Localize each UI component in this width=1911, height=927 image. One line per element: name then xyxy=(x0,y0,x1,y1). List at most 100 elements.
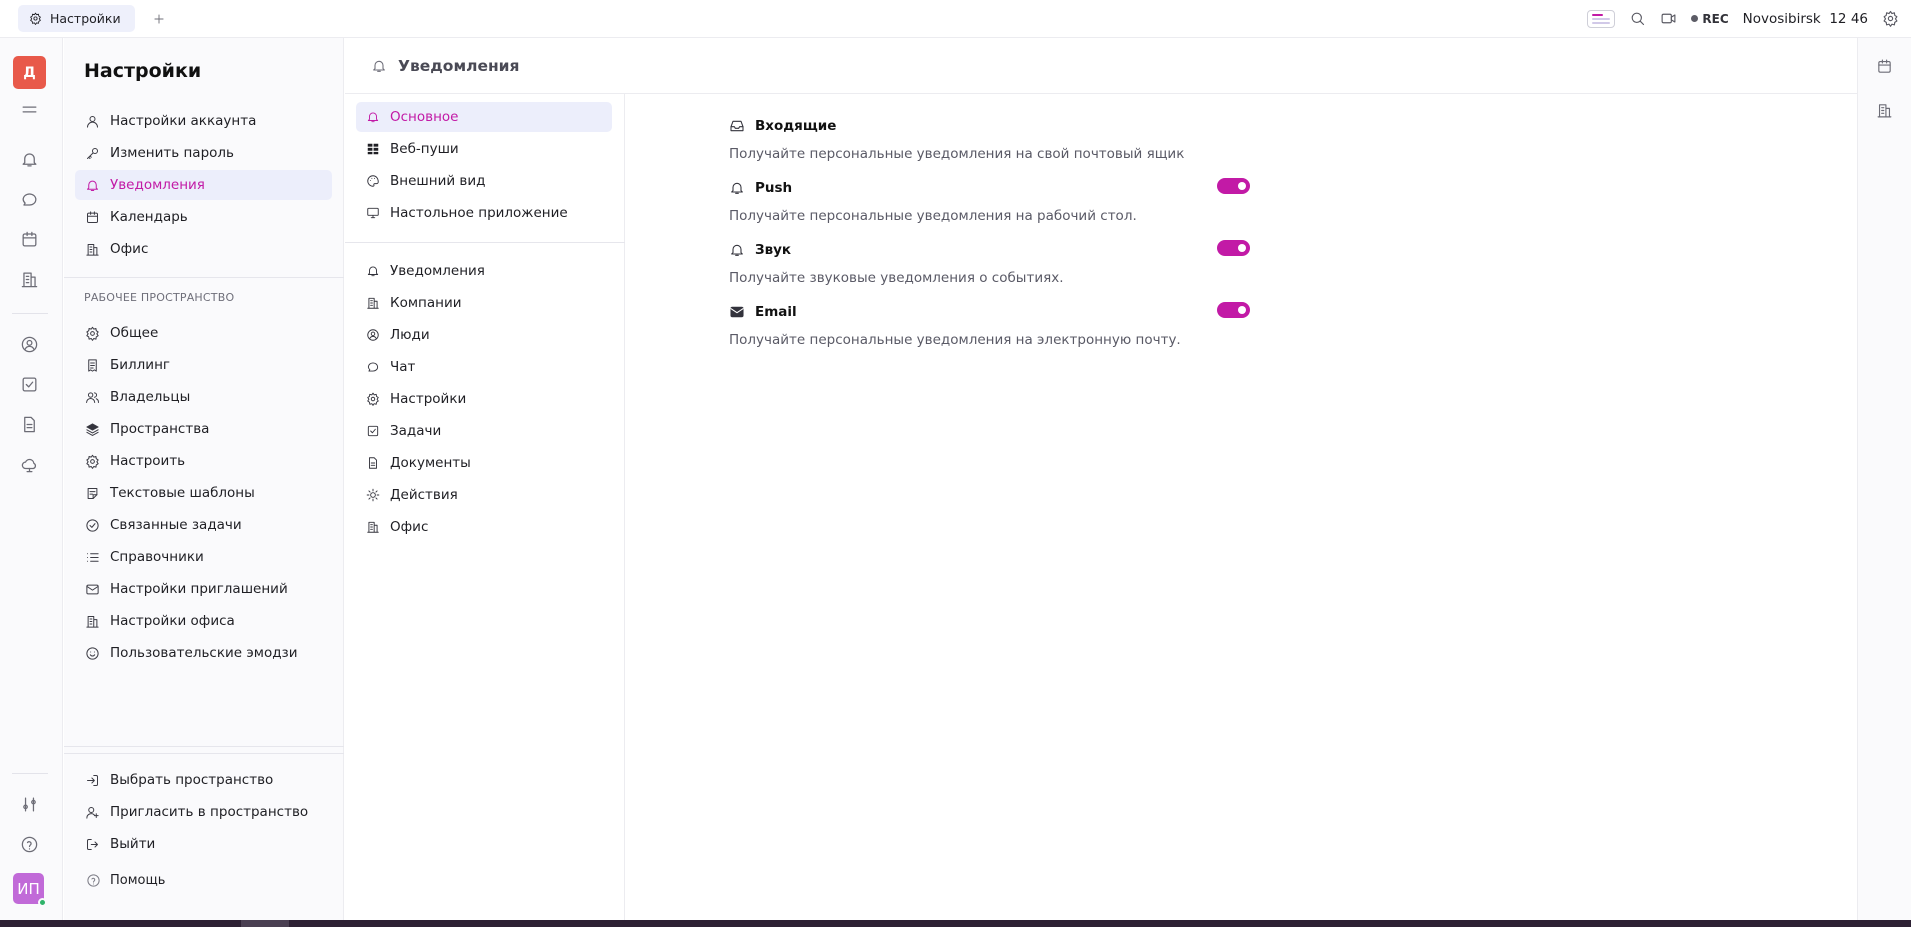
sidebar-item-label: Изменить пароль xyxy=(110,145,234,161)
task-check-icon[interactable] xyxy=(20,375,39,394)
tab-settings[interactable]: Настройки xyxy=(18,5,135,32)
settings-gear-icon[interactable] xyxy=(1882,10,1899,27)
bell-icon xyxy=(367,266,379,277)
user-icon xyxy=(87,115,98,128)
subnav-item-desktop-app[interactable]: Настольное приложение xyxy=(356,198,612,228)
sidebar-item-general[interactable]: Общее xyxy=(75,318,332,348)
document-icon[interactable] xyxy=(20,415,39,434)
sidebar-item-invitation-settings[interactable]: Настройки приглашений xyxy=(75,574,332,604)
subnav-item-label: Люди xyxy=(390,327,430,343)
sidebar-item-label: Настройки приглашений xyxy=(110,581,288,597)
bell-icon xyxy=(731,182,743,194)
subnav-item-label: Офис xyxy=(390,519,429,535)
sidebar-item-label: Текстовые шаблоны xyxy=(110,485,255,501)
subnav-item-label: Настольное приложение xyxy=(390,205,568,221)
sidebar-item-notifications[interactable]: Уведомления xyxy=(75,170,332,200)
sidebar-item-invite-to-space[interactable]: Пригласить в пространство xyxy=(75,797,332,827)
office-building-icon xyxy=(367,297,379,309)
help-circle-icon[interactable] xyxy=(20,835,39,854)
sidebar-item-change-password[interactable]: Изменить пароль xyxy=(75,138,332,168)
office-building-icon[interactable] xyxy=(1876,102,1893,119)
subnav-item-general[interactable]: Основное xyxy=(356,102,612,132)
subnav-item-web-push[interactable]: Веб-пуши xyxy=(356,134,612,164)
subnav-item-notifications[interactable]: Уведомления xyxy=(356,256,612,286)
grid-icon xyxy=(367,143,379,155)
calendar-icon[interactable] xyxy=(20,230,39,249)
note-icon xyxy=(87,487,98,499)
page-title: Уведомления xyxy=(398,56,520,75)
notification-settings-panel: Входящие Получайте персональные уведомле… xyxy=(729,118,1252,366)
search-icon[interactable] xyxy=(1629,10,1646,27)
sidebar-item-custom-emoji[interactable]: Пользовательские эмодзи xyxy=(75,638,332,668)
bell-icon[interactable] xyxy=(20,150,39,169)
bell-icon xyxy=(373,60,385,72)
workspace-section-heading: РАБОЧЕЕ ПРОСТРАНСТВО xyxy=(84,291,235,304)
subnav-item-office[interactable]: Офис xyxy=(356,512,612,542)
gear-icon xyxy=(86,326,99,341)
notifications-subnav: Основное Веб-пуши Внешний вид Настольное… xyxy=(345,94,625,920)
bell-icon xyxy=(731,244,743,256)
sun-icon xyxy=(366,488,380,502)
help-link[interactable]: Помощь xyxy=(86,873,165,888)
subnav-item-companies[interactable]: Компании xyxy=(356,288,612,318)
list-icon xyxy=(87,552,99,562)
sidebar-item-choose-space[interactable]: Выбрать пространство xyxy=(75,765,332,795)
sound-toggle[interactable] xyxy=(1217,240,1250,256)
calendar-widget-button[interactable] xyxy=(1587,9,1616,28)
sidebar-item-label: Настройки аккаунта xyxy=(110,113,257,129)
sliders-icon[interactable] xyxy=(20,795,39,814)
subnav-item-tasks[interactable]: Задачи xyxy=(356,416,612,446)
sidebar-item-billing[interactable]: Биллинг xyxy=(75,350,332,380)
sidebar-item-related-tasks[interactable]: Связанные задачи xyxy=(75,510,332,540)
tab-label: Настройки xyxy=(50,11,121,26)
chat-icon[interactable] xyxy=(20,190,39,209)
person-icon[interactable] xyxy=(20,335,39,354)
subnav-item-documents[interactable]: Документы xyxy=(356,448,612,478)
sidebar-item-directories[interactable]: Справочники xyxy=(75,542,332,572)
subnav-item-activities[interactable]: Действия xyxy=(356,480,612,510)
setting-description: Получайте персональные уведомления на св… xyxy=(729,146,1185,162)
add-tab-button[interactable] xyxy=(149,9,169,29)
layers-icon xyxy=(86,422,99,436)
sidebar-item-office-settings[interactable]: Настройки офиса xyxy=(75,606,332,636)
subnav-item-appearance[interactable]: Внешний вид xyxy=(356,166,612,196)
sidebar-item-office[interactable]: Офис xyxy=(75,234,332,264)
setting-description: Получайте персональные уведомления на эл… xyxy=(729,332,1181,348)
calendar-icon[interactable] xyxy=(1876,58,1893,75)
settings-sidebar: Настройки Настройки аккаунта Изменить па… xyxy=(64,38,344,920)
sidebar-item-spaces[interactable]: Пространства xyxy=(75,414,332,444)
sidebar-item-calendar[interactable]: Календарь xyxy=(75,202,332,232)
subnav-item-chat[interactable]: Чат xyxy=(356,352,612,382)
subnav-item-settings[interactable]: Настройки xyxy=(356,384,612,414)
office-building-icon xyxy=(367,521,379,533)
sidebar-item-label: Уведомления xyxy=(110,177,205,193)
office-building-icon[interactable] xyxy=(20,270,39,289)
sidebar-item-account-settings[interactable]: Настройки аккаунта xyxy=(75,106,332,136)
sidebar-item-label: Биллинг xyxy=(110,357,170,373)
users-icon xyxy=(86,391,99,403)
cloud-icon[interactable] xyxy=(20,455,39,474)
sidebar-item-logout[interactable]: Выйти xyxy=(75,829,332,859)
subnav-item-label: Настройки xyxy=(390,391,467,407)
menu-icon[interactable] xyxy=(20,100,39,119)
email-toggle[interactable] xyxy=(1217,302,1250,318)
gear-icon xyxy=(30,12,41,25)
sidebar-item-configure[interactable]: Настроить xyxy=(75,446,332,476)
content-header: Уведомления xyxy=(345,38,1857,94)
video-camera-icon[interactable] xyxy=(1660,10,1677,27)
setting-sound: Звук Получайте звуковые уведомления о со… xyxy=(729,240,1252,304)
rec-button[interactable]: REC xyxy=(1691,12,1729,26)
task-check-icon xyxy=(367,425,379,437)
sidebar-item-owners[interactable]: Владельцы xyxy=(75,382,332,412)
gear-icon xyxy=(367,392,379,406)
sidebar-item-label: Пригласить в пространство xyxy=(110,804,309,820)
sidebar-item-label: Настроить xyxy=(110,453,186,469)
subnav-item-people[interactable]: Люди xyxy=(356,320,612,350)
push-toggle[interactable] xyxy=(1217,178,1250,194)
sidebar-item-label: Выбрать пространство xyxy=(110,772,274,788)
workspace-avatar[interactable]: Д xyxy=(13,56,46,89)
sidebar-item-text-templates[interactable]: Текстовые шаблоны xyxy=(75,478,332,508)
sidebar-item-label: Пользовательские эмодзи xyxy=(110,645,298,661)
help-label: Помощь xyxy=(110,873,166,888)
check-circle-icon xyxy=(86,518,99,532)
